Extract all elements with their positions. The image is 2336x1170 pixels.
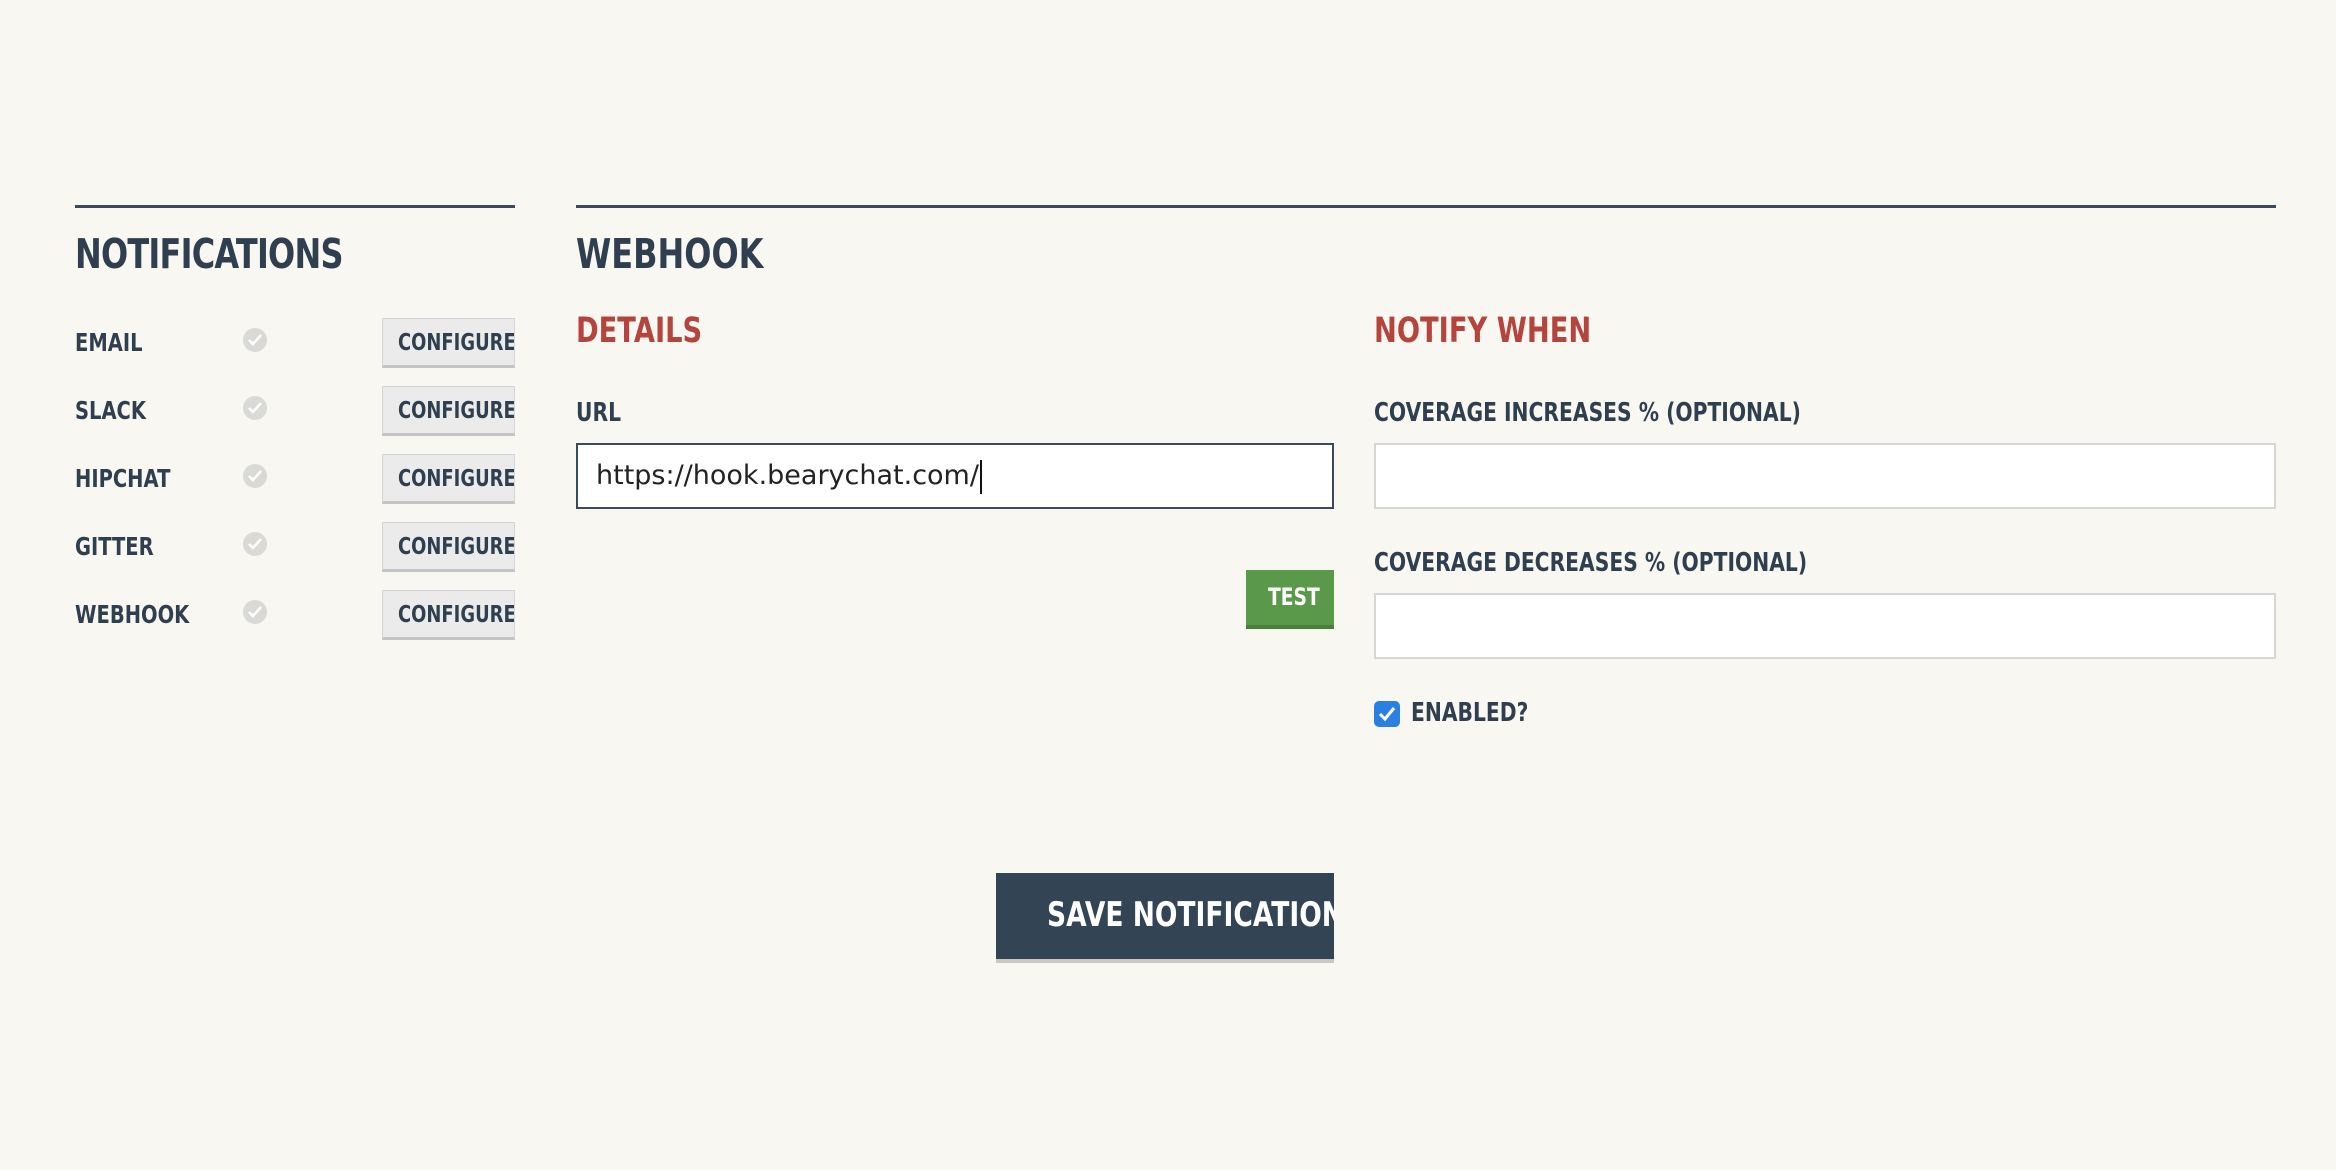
coverage-increases-input[interactable] <box>1374 443 2276 509</box>
configure-slack-button[interactable]: CONFIGURE <box>382 386 515 436</box>
notify-when-heading: NOTIFY WHEN <box>1374 311 1592 351</box>
configure-button-label: CONFIGURE <box>398 534 515 560</box>
url-label: URL <box>576 398 622 428</box>
text-caret <box>979 459 982 494</box>
configure-button-label: CONFIGURE <box>398 466 515 492</box>
check-circle-icon <box>243 328 267 352</box>
configure-webhook-button[interactable]: CONFIGURE <box>382 590 515 640</box>
notifications-sidebar: NOTIFICATIONS EMAIL CONFIGURE SLACK CONF… <box>75 205 515 640</box>
coverage-decreases-label: COVERAGE DECREASES % (OPTIONAL) <box>1374 548 1808 578</box>
test-button-label: TEST <box>1268 583 1320 611</box>
webhook-panel: WEBHOOK DETAILS URL https://hook.bearych… <box>576 205 2276 963</box>
enabled-checkbox[interactable] <box>1374 701 1400 727</box>
check-circle-icon <box>243 396 267 420</box>
configure-email-button[interactable]: CONFIGURE <box>382 318 515 368</box>
check-circle-icon <box>243 600 267 624</box>
enabled-label[interactable]: ENABLED? <box>1411 698 1528 728</box>
configure-button-label: CONFIGURE <box>398 602 515 628</box>
sidebar-item-email: EMAIL CONFIGURE <box>75 318 515 370</box>
sidebar-item-label: SLACK <box>75 396 146 425</box>
sidebar-item-label: EMAIL <box>75 328 143 357</box>
page-title: WEBHOOK <box>576 230 764 278</box>
sidebar-item-hipchat: HIPCHAT CONFIGURE <box>75 454 515 506</box>
configure-button-label: CONFIGURE <box>398 330 515 356</box>
sidebar-item-slack: SLACK CONFIGURE <box>75 386 515 438</box>
coverage-decreases-input[interactable] <box>1374 593 2276 659</box>
save-notification-button[interactable]: SAVE NOTIFICATION <box>996 873 1334 963</box>
configure-hipchat-button[interactable]: CONFIGURE <box>382 454 515 504</box>
sidebar-title: NOTIFICATIONS <box>75 230 343 278</box>
check-circle-icon <box>243 464 267 488</box>
sidebar-item-label: WEBHOOK <box>75 600 190 629</box>
configure-gitter-button[interactable]: CONFIGURE <box>382 522 515 572</box>
save-button-label: SAVE NOTIFICATION <box>1047 895 1334 935</box>
url-input[interactable]: https://hook.bearychat.com/ <box>576 443 1334 509</box>
configure-button-label: CONFIGURE <box>398 398 515 424</box>
sidebar-item-label: HIPCHAT <box>75 464 171 493</box>
test-button[interactable]: TEST <box>1246 570 1334 629</box>
sidebar-item-webhook: WEBHOOK CONFIGURE <box>75 590 515 642</box>
coverage-increases-label: COVERAGE INCREASES % (OPTIONAL) <box>1374 398 1801 428</box>
url-input-value: https://hook.bearychat.com/ <box>596 460 979 491</box>
check-circle-icon <box>243 532 267 556</box>
sidebar-item-gitter: GITTER CONFIGURE <box>75 522 515 574</box>
details-heading: DETAILS <box>576 311 703 351</box>
sidebar-item-label: GITTER <box>75 532 154 561</box>
